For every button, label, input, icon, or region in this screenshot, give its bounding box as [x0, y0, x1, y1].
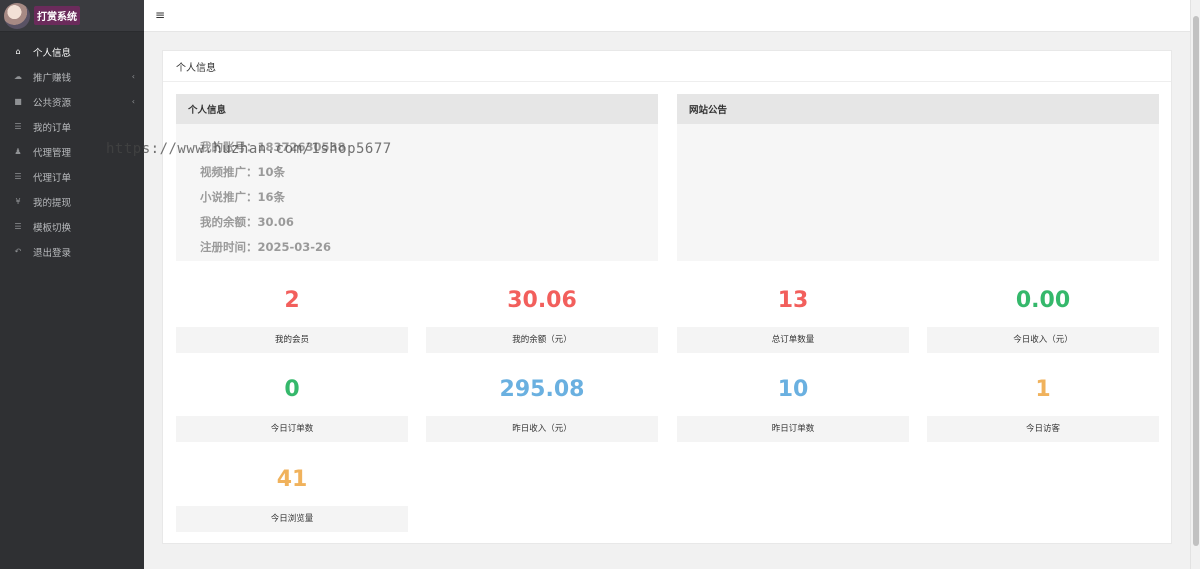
sidebar-item-withdraw[interactable]: ¥ 我的提现: [0, 189, 144, 214]
card-title: 个人信息: [163, 51, 1171, 82]
sidebar-item-label: 推广赚钱: [33, 72, 72, 84]
stat-today-orders: 0 今日订单数: [176, 367, 408, 442]
stat-today-pageviews: 41 今日浏览量: [176, 457, 408, 532]
stat-label: 今日浏览量: [176, 506, 408, 532]
brand-title: 打赏系统: [34, 6, 80, 25]
menu-toggle-icon[interactable]: ≡: [155, 8, 165, 22]
sidebar-item-template[interactable]: ☰ 模板切换: [0, 214, 144, 239]
sidebar-item-label: 模板切换: [33, 222, 72, 234]
sidebar-item-profile[interactable]: ⌂ 个人信息: [0, 39, 144, 64]
info-panel: 个人信息 我的账号：18372630538 视频推广：10条 小说推广：16条 …: [176, 94, 658, 261]
reply-icon: ↶: [14, 247, 22, 256]
yen-icon: ¥: [15, 197, 21, 206]
stat-label: 我的余额（元）: [426, 327, 658, 353]
sidebar-item-label: 代理管理: [33, 147, 72, 159]
info-panel-title: 个人信息: [176, 94, 658, 124]
stat-value: 41: [276, 467, 308, 492]
sidebar-item-logout[interactable]: ↶ 退出登录: [0, 239, 144, 264]
stat-value: 0.00: [1015, 288, 1071, 313]
notice-panel-title: 网站公告: [677, 94, 1159, 124]
stat-value: 0: [284, 377, 300, 402]
brand[interactable]: 打赏系统: [0, 0, 144, 32]
stat-members: 2 我的会员: [176, 278, 408, 353]
sidebar-item-my-orders[interactable]: ☰ 我的订单: [0, 114, 144, 139]
video-icon: ■: [14, 97, 22, 106]
scrollbar-thumb[interactable]: [1193, 16, 1199, 546]
stat-label: 今日收入（元）: [927, 327, 1159, 353]
stat-value: 10: [777, 377, 809, 402]
avatar-logo: [4, 2, 30, 29]
sidebar: 打赏系统 ⌂ 个人信息 ☁ 推广赚钱 ‹ ■ 公共资源 ‹ ☰ 我的订单 ♟ 代…: [0, 0, 144, 569]
sidebar-item-label: 退出登录: [33, 247, 72, 259]
stat-balance: 30.06 我的余额（元）: [426, 278, 658, 353]
stat-value: 13: [777, 288, 809, 313]
users-icon: ♟: [14, 147, 22, 156]
sidebar-item-label: 个人信息: [33, 47, 72, 59]
sidebar-item-label: 代理订单: [33, 172, 72, 184]
sidebar-item-agent-orders[interactable]: ☰ 代理订单: [0, 164, 144, 189]
stat-label: 总订单数量: [677, 327, 909, 353]
stat-value: 30.06: [507, 288, 577, 313]
chevron-left-icon: ‹: [131, 72, 135, 81]
info-account: 我的账号：18372630538: [200, 140, 346, 154]
stat-yesterday-income: 295.08 昨日收入（元）: [426, 367, 658, 442]
stat-label: 昨日订单数: [677, 416, 909, 442]
stat-value: 295.08: [499, 377, 585, 402]
sidebar-item-label: 我的订单: [33, 122, 72, 134]
stat-yesterday-orders: 10 昨日订单数: [677, 367, 909, 442]
stat-label: 昨日收入（元）: [426, 416, 658, 442]
list-icon: ☰: [14, 222, 22, 231]
list-icon: ☰: [14, 122, 22, 131]
sidebar-item-agents[interactable]: ♟ 代理管理: [0, 139, 144, 164]
sidebar-menu: ⌂ 个人信息 ☁ 推广赚钱 ‹ ■ 公共资源 ‹ ☰ 我的订单 ♟ 代理管理 ☰…: [0, 39, 144, 264]
stat-label: 今日访客: [927, 416, 1159, 442]
chevron-left-icon: ‹: [131, 97, 135, 106]
profile-card: 个人信息 个人信息 我的账号：18372630538 视频推广：10条 小说推广…: [162, 50, 1172, 544]
info-video-promo: 视频推广：10条: [200, 165, 286, 179]
stat-today-visitors: 1 今日访客: [927, 367, 1159, 442]
stat-today-income: 0.00 今日收入（元）: [927, 278, 1159, 353]
notice-panel: 网站公告: [677, 94, 1159, 261]
stat-total-orders: 13 总订单数量: [677, 278, 909, 353]
sidebar-item-label: 我的提现: [33, 197, 72, 209]
info-register-date: 注册时间：2025-03-26: [200, 240, 332, 254]
stat-value: 1: [1035, 377, 1051, 402]
info-list: 我的账号：18372630538 视频推广：10条 小说推广：16条 我的余额：…: [176, 124, 658, 260]
stat-label: 今日订单数: [176, 416, 408, 442]
sidebar-item-promote[interactable]: ☁ 推广赚钱 ‹: [0, 64, 144, 89]
info-balance: 我的余额：30.06: [200, 215, 294, 229]
stat-label: 我的会员: [176, 327, 408, 353]
home-icon: ⌂: [15, 47, 21, 56]
list-icon: ☰: [14, 172, 22, 181]
info-novel-promo: 小说推广：16条: [200, 190, 286, 204]
cloud-icon: ☁: [14, 72, 22, 81]
top-bar: ≡: [144, 0, 1190, 32]
sidebar-item-label: 公共资源: [33, 97, 72, 109]
stat-value: 2: [284, 288, 300, 313]
sidebar-item-resources[interactable]: ■ 公共资源 ‹: [0, 89, 144, 114]
vertical-scrollbar[interactable]: [1190, 0, 1200, 569]
